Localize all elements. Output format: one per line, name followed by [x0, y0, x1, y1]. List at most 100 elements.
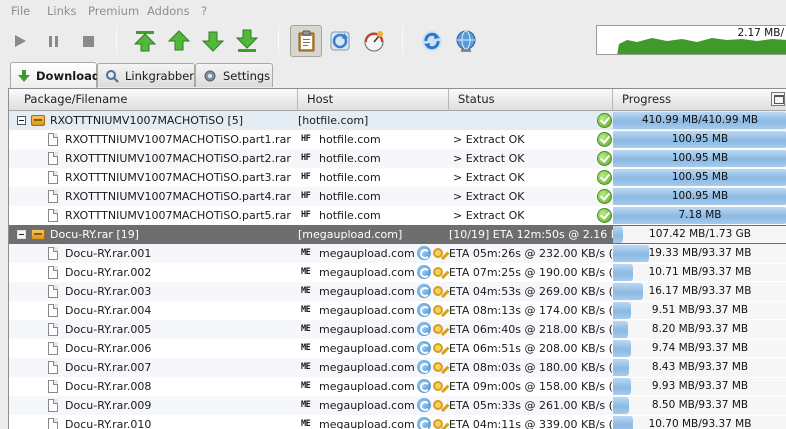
- file-name: RXOTTTNIUMV1007MACHOTiSO.part5.rar: [65, 209, 291, 222]
- file-name: RXOTTTNIUMV1007MACHOTiSO.part1.rar: [65, 133, 291, 146]
- file-icon: [48, 266, 58, 279]
- menu-premium[interactable]: Premium: [88, 4, 139, 18]
- pause-icon: [49, 36, 58, 47]
- file-row[interactable]: Docu-RY.rar.007 ME megaupload.com ETA 08m:0…: [9, 358, 786, 377]
- file-row[interactable]: Docu-RY.rar.006 ME megaupload.com ETA 06m:5…: [9, 339, 786, 358]
- file-row[interactable]: Docu-RY.rar.005 ME megaupload.com ETA 06m:4…: [9, 320, 786, 339]
- file-row[interactable]: RXOTTTNIUMV1007MACHOTiSO.part3.rar HF hotf…: [9, 168, 786, 187]
- file-status: > Extract OK: [453, 152, 525, 165]
- speed-readout: 2.17 MB/: [737, 27, 784, 39]
- start-button[interactable]: [4, 25, 36, 57]
- menu-links[interactable]: Links: [47, 4, 77, 18]
- file-name: Docu-RY.rar.001: [65, 247, 152, 260]
- file-status: > Extract OK: [453, 190, 525, 203]
- tab-linkgrabber[interactable]: Linkgrabber: [97, 63, 195, 87]
- premium-key-icon: [433, 419, 443, 429]
- check-icon: [597, 170, 612, 185]
- file-row[interactable]: RXOTTTNIUMV1007MACHOTiSO.part5.rar HF hotf…: [9, 206, 786, 225]
- package-host: [hotfile.com]: [298, 114, 369, 127]
- file-icon: [48, 323, 58, 336]
- move-bottom-button[interactable]: [231, 25, 263, 57]
- package-icon: [31, 115, 45, 126]
- file-icon: [48, 342, 58, 355]
- package-status: [10/19] ETA 12m:50s @ 2.16 MB/s: [449, 228, 613, 241]
- column-header-status[interactable]: Status: [449, 89, 613, 110]
- collapse-toggle[interactable]: [17, 116, 26, 125]
- file-name: Docu-RY.rar.005: [65, 323, 152, 336]
- file-host: hotfile.com: [319, 152, 381, 165]
- file-progress: 8.20 MB/93.37 MB: [613, 321, 786, 338]
- host-favicon: HF: [301, 191, 311, 201]
- file-icon: [48, 209, 58, 222]
- file-row[interactable]: Docu-RY.rar.002 ME megaupload.com ETA 07m:2…: [9, 263, 786, 282]
- column-chooser-button[interactable]: [771, 92, 785, 106]
- file-row[interactable]: RXOTTTNIUMV1007MACHOTiSO.part4.rar HF hotf…: [9, 187, 786, 206]
- file-host: hotfile.com: [319, 190, 381, 203]
- speed-graph: 2.17 MB/: [596, 25, 786, 55]
- waiting-refresh-icon: [417, 398, 431, 412]
- menu-addons[interactable]: Addons: [147, 4, 190, 18]
- move-up-button[interactable]: [163, 25, 195, 57]
- reconnect-icon: [330, 31, 350, 51]
- table-header: Package/Filename Host Status Progress: [9, 89, 786, 111]
- premium-key-icon: [433, 362, 443, 372]
- column-header-progress[interactable]: Progress: [613, 89, 786, 110]
- column-header-package[interactable]: Package/Filename: [9, 89, 298, 110]
- file-progress: 9.74 MB/93.37 MB: [613, 340, 786, 357]
- collapse-toggle[interactable]: [17, 230, 26, 239]
- file-progress: 10.71 MB/93.37 MB: [613, 264, 786, 281]
- menu-file[interactable]: File: [11, 4, 30, 18]
- download-arrow-icon: [17, 68, 31, 84]
- file-status: ETA 07m:25s @ 190.00 KB/s (20/20): [449, 266, 613, 279]
- gear-icon: [202, 68, 218, 84]
- file-status: ETA 06m:40s @ 218.00 KB/s (20/20): [449, 323, 613, 336]
- file-icon: [48, 285, 58, 298]
- file-row[interactable]: Docu-RY.rar.008 ME megaupload.com ETA 09m:0…: [9, 377, 786, 396]
- clipboard-icon: [298, 30, 315, 52]
- package-name: RXOTTTNIUMV1007MACHOTiSO [5]: [50, 114, 244, 127]
- file-row[interactable]: RXOTTTNIUMV1007MACHOTiSO.part2.rar HF hotf…: [9, 149, 786, 168]
- file-host: megaupload.com: [319, 323, 415, 336]
- file-status: ETA 08m:13s @ 174.00 KB/s (20/20): [449, 304, 613, 317]
- file-row[interactable]: Docu-RY.rar.001 ME megaupload.com ETA 05m:2…: [9, 244, 786, 263]
- clipboard-observer-button[interactable]: [290, 25, 322, 57]
- waiting-refresh-icon: [417, 303, 431, 317]
- tab-settings[interactable]: Settings: [195, 63, 273, 87]
- file-progress: 9.93 MB/93.37 MB: [613, 378, 786, 395]
- menu-help[interactable]: ?: [201, 4, 207, 18]
- premium-globe-button[interactable]: [450, 25, 482, 57]
- package-host: [megaupload.com]: [298, 228, 403, 241]
- premium-key-icon: [433, 343, 443, 353]
- move-top-button[interactable]: [129, 25, 161, 57]
- file-row[interactable]: Docu-RY.rar.009 ME megaupload.com ETA 05m:3…: [9, 396, 786, 415]
- stop-button[interactable]: [72, 25, 104, 57]
- file-row[interactable]: RXOTTTNIUMV1007MACHOTiSO.part1.rar HF hotf…: [9, 130, 786, 149]
- reconnect-button[interactable]: [324, 25, 356, 57]
- file-name: Docu-RY.rar.009: [65, 399, 152, 412]
- move-top-icon: [133, 31, 157, 52]
- waiting-refresh-icon: [417, 284, 431, 298]
- column-header-host[interactable]: Host: [298, 89, 449, 110]
- waiting-refresh-icon: [417, 246, 431, 260]
- package-row[interactable]: RXOTTTNIUMV1007MACHOTiSO [5] [hotfile.com…: [9, 111, 786, 130]
- file-icon: [48, 190, 58, 203]
- file-row[interactable]: Docu-RY.rar.004 ME megaupload.com ETA 08m:1…: [9, 301, 786, 320]
- tab-download[interactable]: Download: [10, 62, 100, 88]
- file-icon: [48, 399, 58, 412]
- pause-button[interactable]: [38, 25, 70, 57]
- move-down-button[interactable]: [197, 25, 229, 57]
- file-status: > Extract OK: [453, 133, 525, 146]
- update-button[interactable]: [416, 25, 448, 57]
- check-icon: [597, 113, 612, 128]
- file-row[interactable]: Docu-RY.rar.010 ME megaupload.com ETA 04m:1…: [9, 415, 786, 429]
- file-status: ETA 08m:03s @ 180.00 KB/s (20/20): [449, 361, 613, 374]
- tab-bar: Download Linkgrabber Settings: [0, 62, 786, 88]
- host-favicon: ME: [301, 419, 311, 429]
- package-row[interactable]: Docu-RY.rar [19] [megaupload.com] [10/19] …: [9, 225, 786, 244]
- file-name: Docu-RY.rar.010: [65, 418, 152, 429]
- check-icon: [597, 132, 612, 147]
- speed-limit-button[interactable]: [358, 25, 390, 57]
- file-status: ETA 04m:11s @ 339.00 KB/s (20/20): [449, 418, 613, 429]
- file-row[interactable]: Docu-RY.rar.003 ME megaupload.com ETA 04m:5…: [9, 282, 786, 301]
- file-status: ETA 09m:00s @ 158.00 KB/s (20/20): [449, 380, 613, 393]
